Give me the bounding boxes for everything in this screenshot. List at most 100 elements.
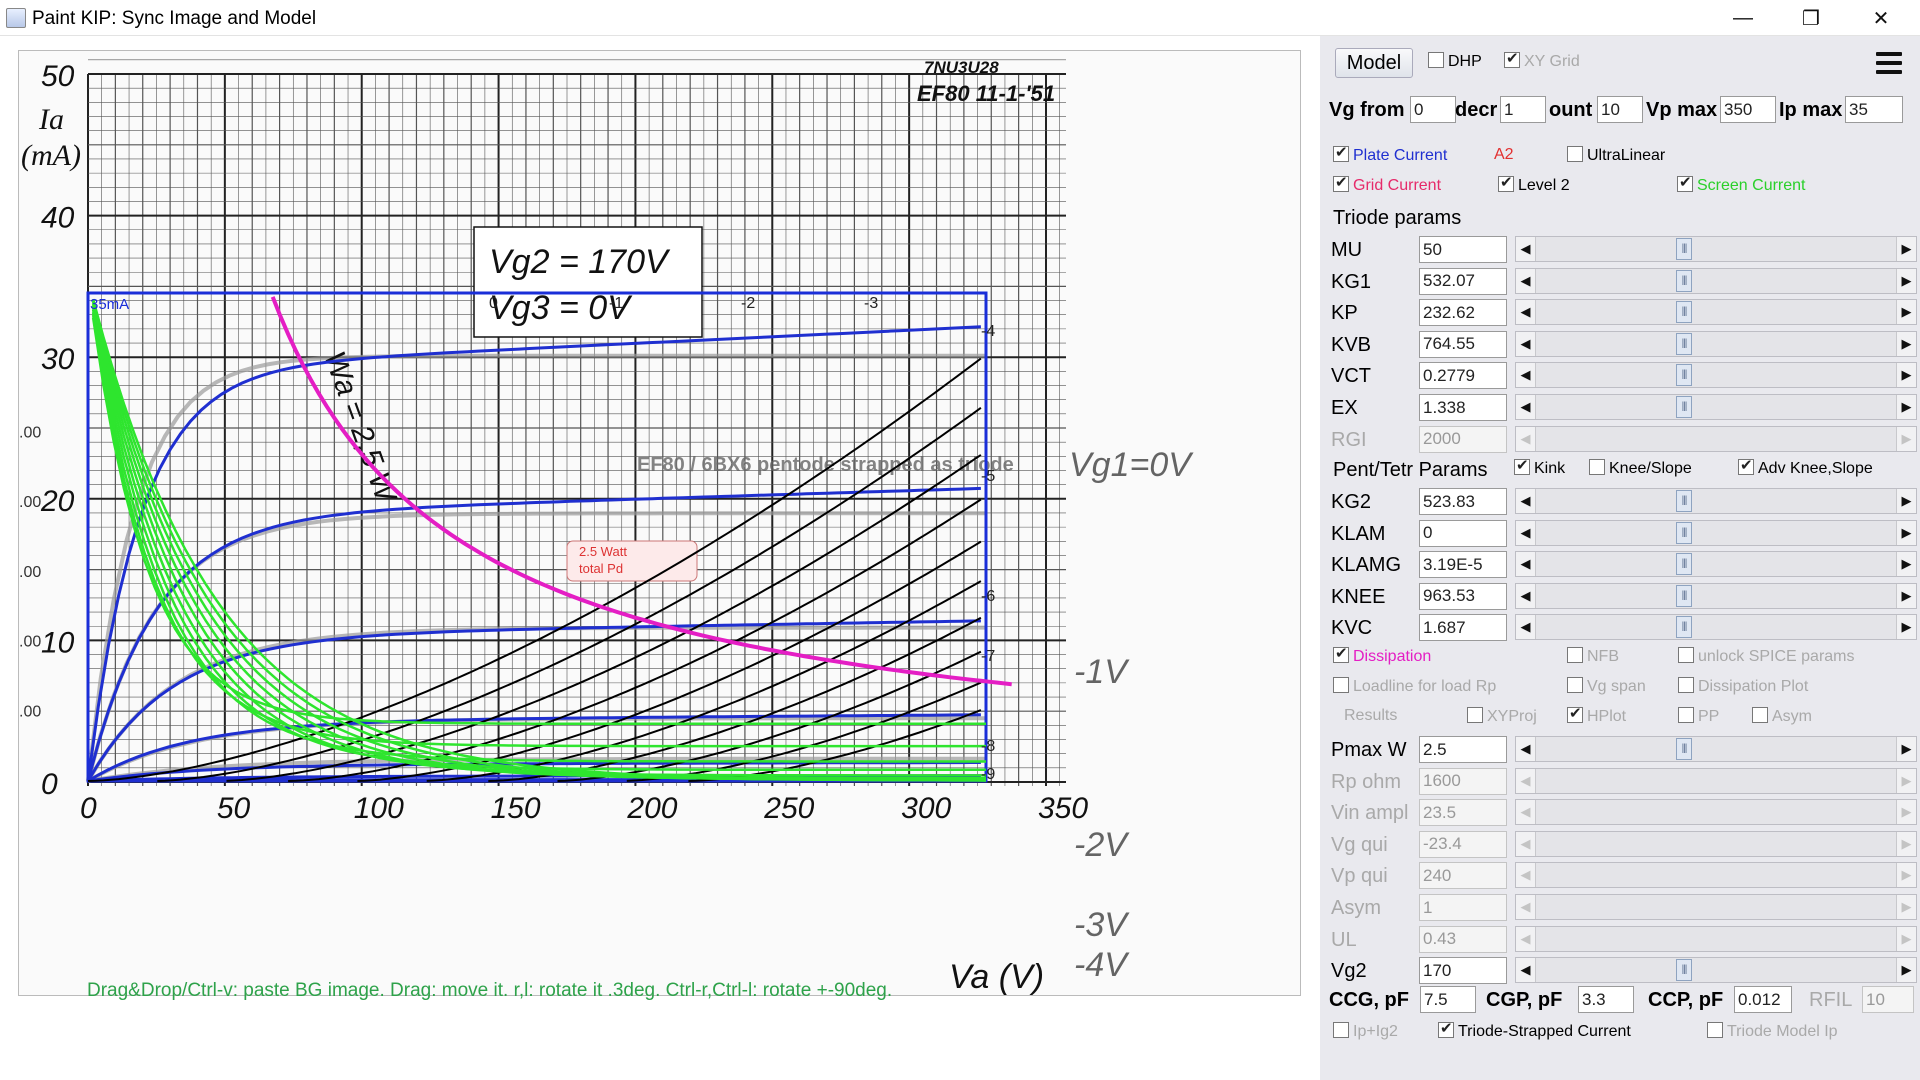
triode-field-4[interactable] [1419,362,1507,390]
dhp-checkbox-box[interactable] [1428,52,1444,68]
kink-checkbox[interactable]: Kink [1514,456,1565,478]
triode-slider-0[interactable]: ◀ ||| ▶ [1515,236,1917,262]
slider-thumb[interactable]: ||| [1676,616,1692,639]
dissipation-checkbox[interactable]: Dissipation [1333,644,1431,666]
triode-model-ip-checkbox[interactable]: Triode Model Ip [1707,1022,1838,1041]
pent-slider-3[interactable]: ◀ ||| ▶ [1515,582,1917,609]
slider-left-arrow-icon[interactable]: ◀ [1516,583,1536,608]
xy-grid-checkbox-box[interactable] [1504,49,1520,68]
slider-left-arrow-icon[interactable]: ◀ [1516,958,1536,983]
hplot-checkbox[interactable]: HPlot [1567,704,1626,726]
count-field[interactable] [1597,96,1643,123]
knee-slope-checkbox[interactable]: Knee/Slope [1589,459,1692,478]
slider-right-arrow-icon[interactable]: ▶ [1896,737,1916,761]
kink-checkbox-box[interactable] [1514,456,1530,475]
triode-slider-3[interactable]: ◀ ||| ▶ [1515,330,1917,357]
grid-current-checkbox[interactable]: Grid Current [1333,173,1441,195]
maximize-button[interactable]: ❐ [1780,0,1842,36]
slider-right-arrow-icon[interactable]: ▶ [1896,268,1916,293]
minimize-button[interactable]: — [1712,0,1774,36]
load-slider-7[interactable]: ◀ ||| ▶ [1515,957,1917,984]
asym-checkbox[interactable]: Asym [1752,707,1812,726]
slider-left-arrow-icon[interactable]: ◀ [1516,237,1536,261]
slider-thumb[interactable]: ||| [1676,396,1692,418]
ultralinear-checkbox-box[interactable] [1567,146,1583,162]
screen-current-checkbox-box[interactable] [1677,173,1693,192]
slider-left-arrow-icon[interactable]: ◀ [1516,363,1536,388]
hplot-checkbox-box[interactable] [1567,704,1583,723]
slider-left-arrow-icon[interactable]: ◀ [1516,552,1536,577]
triode-field-5[interactable] [1419,394,1507,421]
pp-checkbox-box[interactable] [1678,707,1694,723]
triode-strapped-checkbox-box[interactable] [1438,1019,1454,1038]
unlock-spice-checkbox-box[interactable] [1678,647,1694,663]
slider-thumb[interactable]: ||| [1676,584,1692,607]
slider-right-arrow-icon[interactable]: ▶ [1896,583,1916,608]
slider-left-arrow-icon[interactable]: ◀ [1516,331,1536,356]
slider-right-arrow-icon[interactable]: ▶ [1896,958,1916,983]
pent-field-1[interactable] [1419,519,1507,547]
decr-field[interactable] [1500,96,1546,123]
slider-left-arrow-icon[interactable]: ◀ [1516,395,1536,419]
load-field-0[interactable] [1419,736,1507,763]
slider-thumb[interactable]: ||| [1676,521,1692,544]
graph-frame[interactable]: 0 10 20 30 40 50 0 50 100 150 200 250 300 350 Ia (mA) 7N… [18,50,1301,996]
pp-checkbox[interactable]: PP [1678,707,1719,726]
cgp-field[interactable] [1578,986,1634,1013]
dissipation-plot-checkbox[interactable]: Dissipation Plot [1678,677,1808,696]
triode-slider-1[interactable]: ◀ ||| ▶ [1515,267,1917,294]
triode-model-ip-checkbox-box[interactable] [1707,1022,1723,1038]
knee-slope-checkbox-box[interactable] [1589,459,1605,475]
slider-right-arrow-icon[interactable]: ▶ [1896,331,1916,356]
dissipation-checkbox-box[interactable] [1333,644,1349,663]
ip-ig2-checkbox[interactable]: Ip+Ig2 [1333,1022,1398,1041]
slider-right-arrow-icon[interactable]: ▶ [1896,520,1916,545]
vg-span-checkbox-box[interactable] [1567,677,1583,693]
pent-slider-0[interactable]: ◀ ||| ▶ [1515,488,1917,514]
slider-thumb[interactable]: ||| [1676,738,1692,760]
slider-thumb[interactable]: ||| [1676,238,1692,260]
vg-span-checkbox[interactable]: Vg span [1567,677,1646,696]
level2-checkbox[interactable]: Level 2 [1498,173,1570,195]
hamburger-menu-icon[interactable] [1870,44,1908,82]
triode-field-1[interactable] [1419,267,1507,295]
triode-field-0[interactable] [1419,236,1507,263]
plate-current-checkbox-box[interactable] [1333,143,1349,162]
grid-current-checkbox-box[interactable] [1333,173,1349,192]
graph-canvas[interactable]: 0 10 20 30 40 50 0 50 100 150 200 250 300 350 Ia (mA) 7N… [0,36,1318,1080]
triode-strapped-checkbox[interactable]: Triode-Strapped Current [1438,1019,1631,1041]
slider-right-arrow-icon[interactable]: ▶ [1896,615,1916,640]
adv-knee-checkbox[interactable]: Adv Knee,Slope [1738,456,1873,478]
level2-checkbox-box[interactable] [1498,173,1514,192]
xyproj-checkbox-box[interactable] [1467,707,1483,723]
close-button[interactable]: ✕ [1850,0,1912,36]
ultralinear-checkbox[interactable]: UltraLinear [1567,146,1665,165]
load-field-7[interactable] [1419,957,1507,985]
pent-field-2[interactable] [1419,551,1507,579]
slider-left-arrow-icon[interactable]: ◀ [1516,268,1536,293]
triode-field-2[interactable] [1419,299,1507,327]
model-button[interactable]: Model [1335,48,1413,78]
loadline-checkbox-box[interactable] [1333,677,1349,693]
pent-slider-2[interactable]: ◀ ||| ▶ [1515,551,1917,578]
asym-checkbox-box[interactable] [1752,707,1768,723]
slider-left-arrow-icon[interactable]: ◀ [1516,520,1536,545]
screen-current-checkbox[interactable]: Screen Current [1677,173,1806,195]
pent-slider-4[interactable]: ◀ ||| ▶ [1515,614,1917,641]
ip-max-field[interactable] [1845,96,1903,123]
pent-field-4[interactable] [1419,614,1507,642]
ip-ig2-checkbox-box[interactable] [1333,1022,1349,1038]
xy-grid-checkbox[interactable]: XY Grid [1504,49,1580,71]
adv-knee-checkbox-box[interactable] [1738,456,1754,475]
pent-field-0[interactable] [1419,488,1507,515]
dissipation-plot-checkbox-box[interactable] [1678,677,1694,693]
slider-thumb[interactable]: ||| [1676,364,1692,387]
plate-current-checkbox[interactable]: Plate Current [1333,143,1447,165]
slider-right-arrow-icon[interactable]: ▶ [1896,489,1916,513]
loadline-checkbox[interactable]: Loadline for load Rp [1333,677,1496,696]
slider-right-arrow-icon[interactable]: ▶ [1896,552,1916,577]
slider-left-arrow-icon[interactable]: ◀ [1516,300,1536,325]
slider-right-arrow-icon[interactable]: ▶ [1896,300,1916,325]
xyproj-checkbox[interactable]: XYProj [1467,707,1537,726]
triode-slider-4[interactable]: ◀ ||| ▶ [1515,362,1917,389]
